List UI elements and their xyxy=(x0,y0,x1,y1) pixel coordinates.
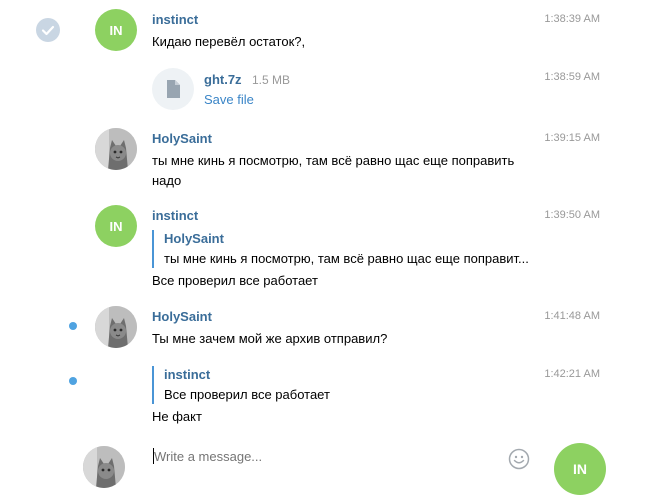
selected-check-icon[interactable] xyxy=(36,18,60,42)
my-avatar[interactable] xyxy=(83,446,125,488)
message-author[interactable]: instinct xyxy=(152,208,198,223)
message-author[interactable]: HolySaint xyxy=(152,131,212,146)
save-file-link[interactable]: Save file xyxy=(204,92,254,107)
message-author[interactable]: instinct xyxy=(152,12,198,27)
message-time: 1:41:48 AM xyxy=(544,310,600,322)
check-icon xyxy=(41,25,55,36)
reply-text[interactable]: Все проверил все работает xyxy=(164,387,330,402)
avatar[interactable]: IN xyxy=(95,205,137,247)
reply-author[interactable]: instinct xyxy=(164,367,210,382)
message-text: Все проверил все работает xyxy=(152,273,318,288)
message-time: 1:39:15 AM xyxy=(544,132,600,144)
document-icon xyxy=(167,80,180,98)
message-author[interactable]: HolySaint xyxy=(152,309,212,324)
message-text: Кидаю перевёл остаток?, xyxy=(152,34,306,49)
send-as-avatar[interactable]: IN xyxy=(554,443,606,495)
avatar[interactable] xyxy=(95,306,137,348)
message-time: 1:38:59 AM xyxy=(544,71,600,83)
unread-indicator xyxy=(69,377,77,385)
emoji-button[interactable] xyxy=(508,448,530,470)
file-name[interactable]: ght.7z xyxy=(204,72,242,87)
file-size: 1.5 MB xyxy=(252,73,291,87)
message-text-line: надо xyxy=(152,173,182,188)
message-time: 1:42:21 AM xyxy=(544,368,600,380)
unread-indicator xyxy=(69,322,77,330)
reply-bar xyxy=(152,230,154,268)
smile-icon xyxy=(508,448,530,470)
message-time: 1:38:39 AM xyxy=(544,13,600,25)
reply-author[interactable]: HolySaint xyxy=(164,231,224,246)
message-text: Ты мне зачем мой же архив отправил? xyxy=(152,331,388,346)
file-icon-button[interactable] xyxy=(152,68,194,110)
message-text-line: ты мне кинь я посмотрю, там всё равно ща… xyxy=(152,153,515,168)
message-text: Не факт xyxy=(152,409,202,424)
reply-bar xyxy=(152,366,154,404)
message-time: 1:39:50 AM xyxy=(544,209,600,221)
message-input[interactable] xyxy=(154,445,494,467)
cat-avatar-image xyxy=(95,306,137,348)
avatar[interactable] xyxy=(95,128,137,170)
reply-text[interactable]: ты мне кинь я посмотрю, там всё равно ща… xyxy=(164,251,529,266)
cat-avatar-image xyxy=(95,128,137,170)
cat-avatar-image xyxy=(83,446,125,488)
avatar[interactable]: IN xyxy=(95,9,137,51)
